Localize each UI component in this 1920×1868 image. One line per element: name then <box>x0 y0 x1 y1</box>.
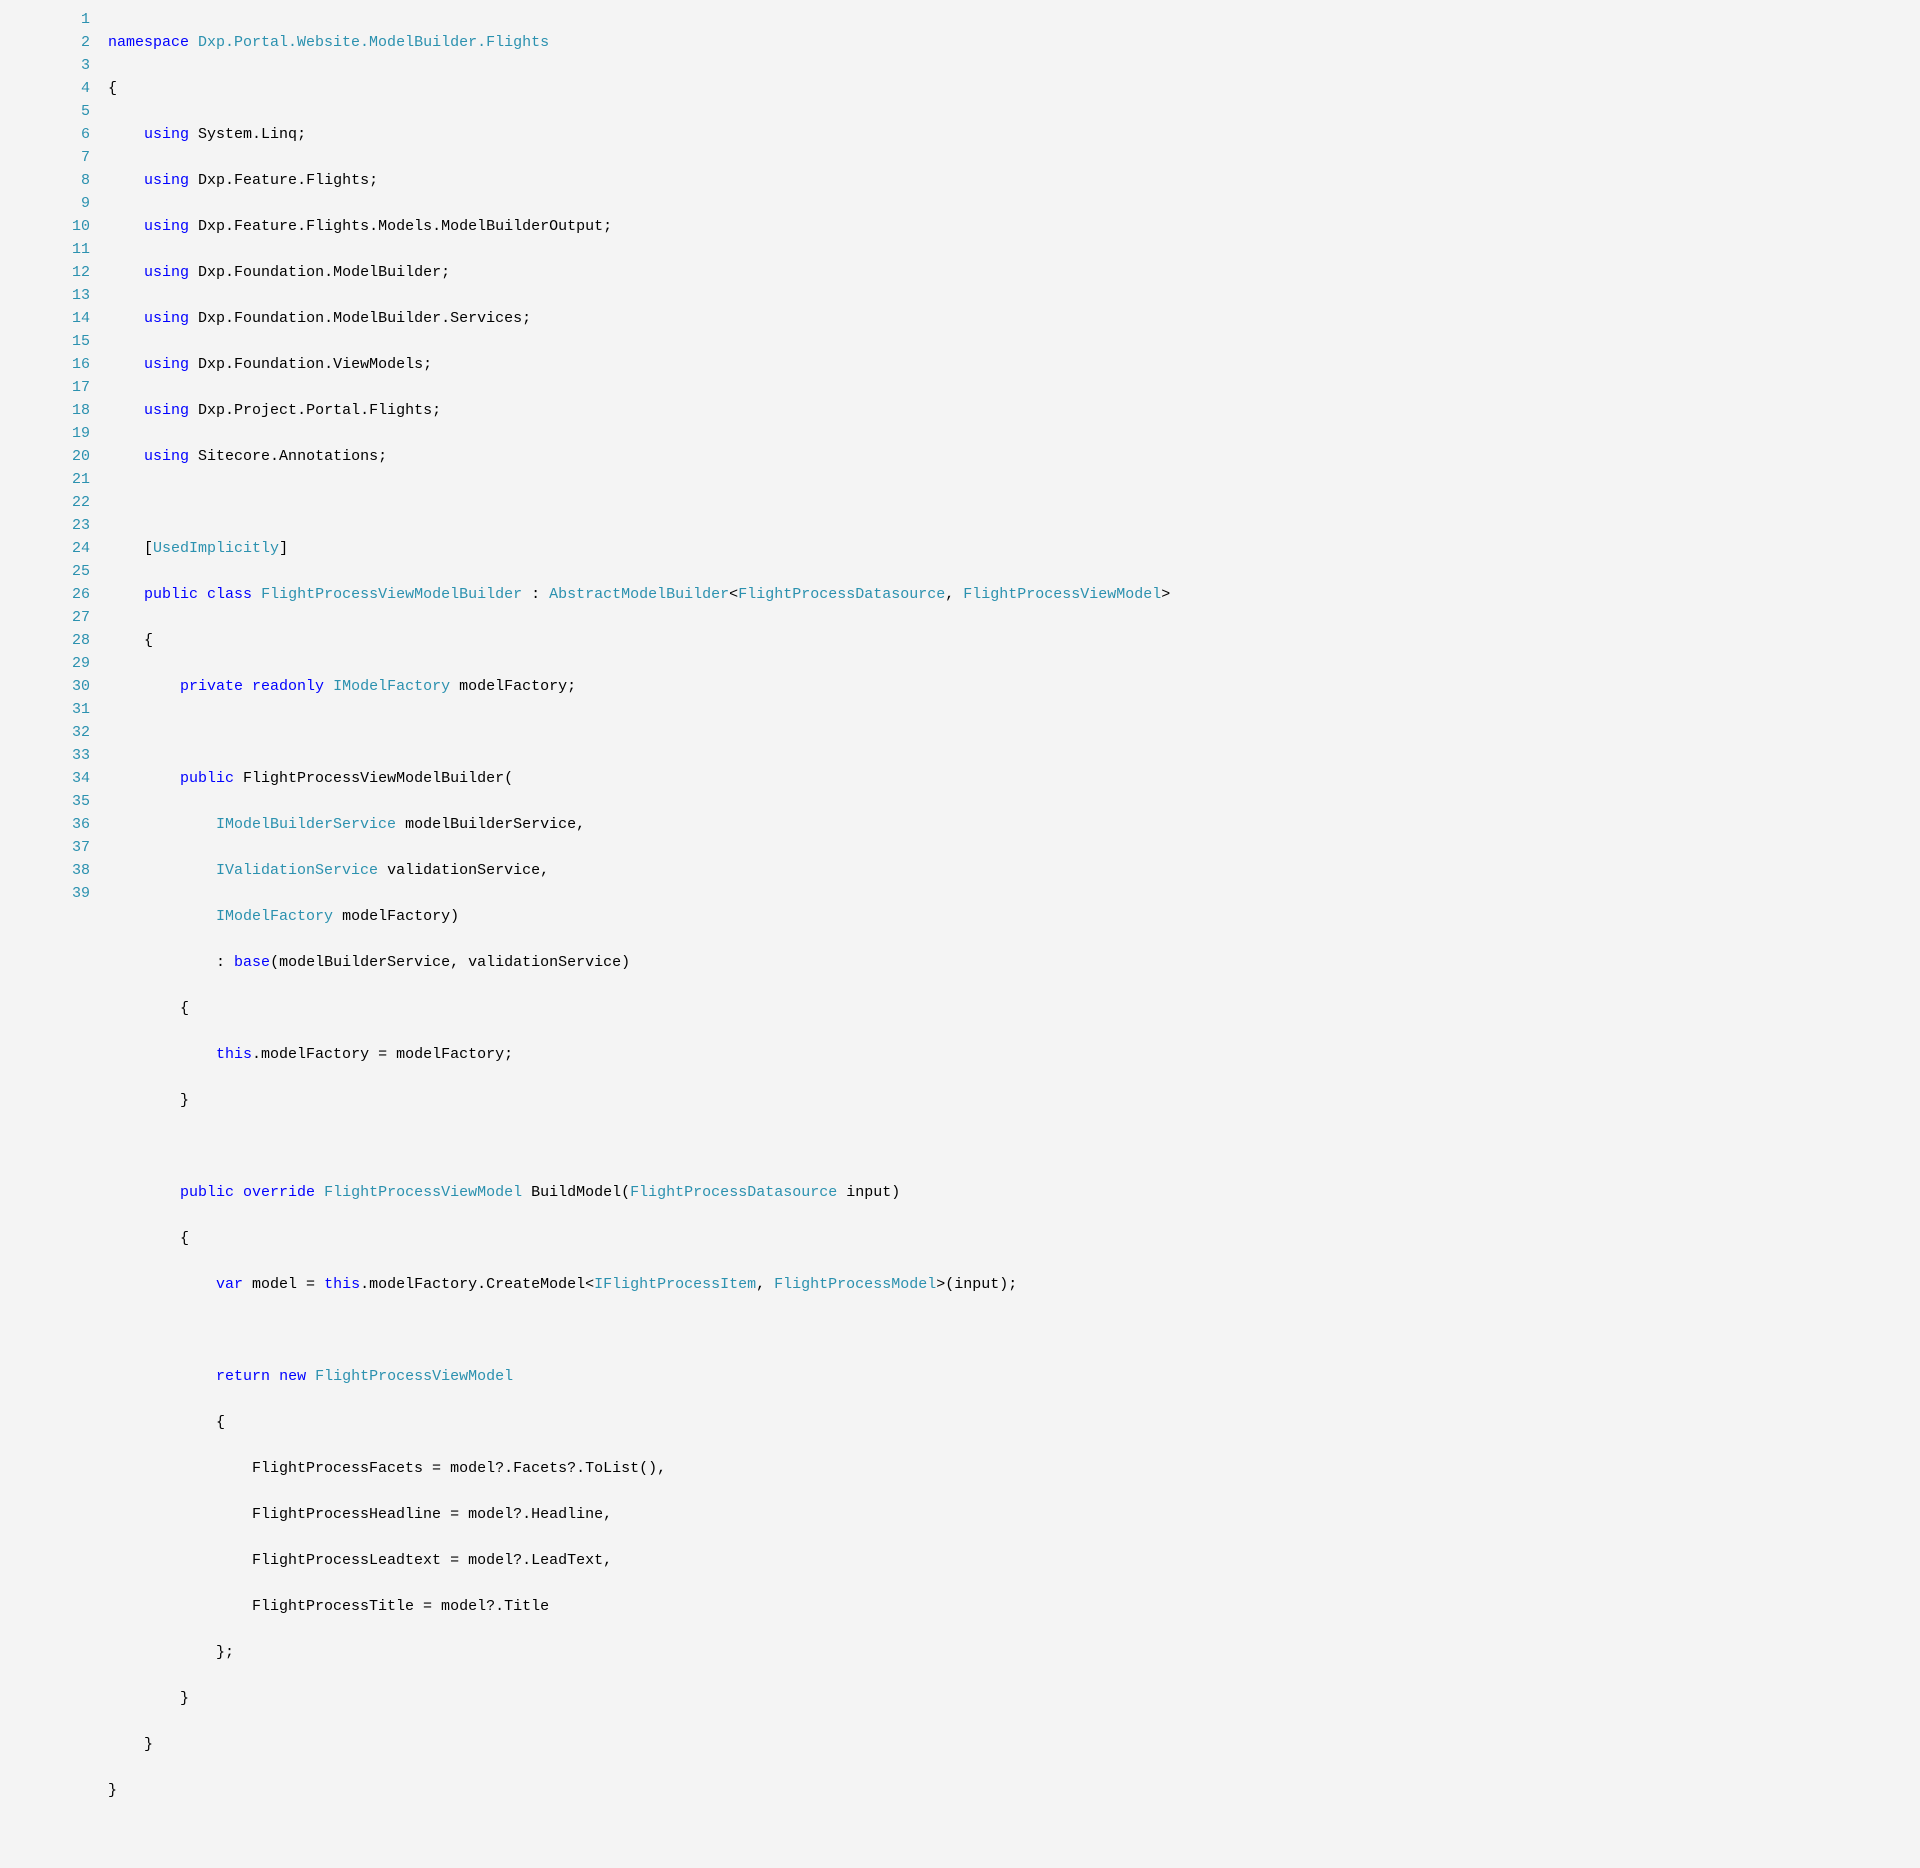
code-line: } <box>108 1733 1170 1756</box>
code-line: IModelBuilderService modelBuilderService… <box>108 813 1170 836</box>
code-line: }; <box>108 1641 1170 1664</box>
line-number: 15 <box>0 330 90 353</box>
line-number: 12 <box>0 261 90 284</box>
code-line: using Dxp.Project.Portal.Flights; <box>108 399 1170 422</box>
line-number: 13 <box>0 284 90 307</box>
line-number: 1 <box>0 8 90 31</box>
code-line: } <box>108 1779 1170 1802</box>
line-number: 30 <box>0 675 90 698</box>
code-line: { <box>108 629 1170 652</box>
line-number: 23 <box>0 514 90 537</box>
line-number: 36 <box>0 813 90 836</box>
code-line: { <box>108 997 1170 1020</box>
line-number: 27 <box>0 606 90 629</box>
code-content[interactable]: namespace Dxp.Portal.Website.ModelBuilde… <box>108 8 1170 1848</box>
code-line <box>108 491 1170 514</box>
line-number: 21 <box>0 468 90 491</box>
code-line: { <box>108 77 1170 100</box>
line-number: 2 <box>0 31 90 54</box>
code-line: IModelFactory modelFactory) <box>108 905 1170 928</box>
code-line: using System.Linq; <box>108 123 1170 146</box>
code-line <box>108 1319 1170 1342</box>
line-number: 32 <box>0 721 90 744</box>
line-number: 28 <box>0 629 90 652</box>
code-line: using Dxp.Foundation.ViewModels; <box>108 353 1170 376</box>
code-line: using Dxp.Foundation.ModelBuilder; <box>108 261 1170 284</box>
line-number: 26 <box>0 583 90 606</box>
line-number: 3 <box>0 54 90 77</box>
line-number: 8 <box>0 169 90 192</box>
code-line <box>108 721 1170 744</box>
line-number: 14 <box>0 307 90 330</box>
line-number: 7 <box>0 146 90 169</box>
code-line: public FlightProcessViewModelBuilder( <box>108 767 1170 790</box>
line-number: 11 <box>0 238 90 261</box>
code-line: using Sitecore.Annotations; <box>108 445 1170 468</box>
line-number: 31 <box>0 698 90 721</box>
line-number: 34 <box>0 767 90 790</box>
code-line: FlightProcessFacets = model?.Facets?.ToL… <box>108 1457 1170 1480</box>
code-line: private readonly IModelFactory modelFact… <box>108 675 1170 698</box>
line-number: 24 <box>0 537 90 560</box>
code-line: } <box>108 1089 1170 1112</box>
code-line: public class FlightProcessViewModelBuild… <box>108 583 1170 606</box>
code-line: { <box>108 1227 1170 1250</box>
line-number-gutter: 1 2 3 4 5 6 7 8 9 10 11 12 13 14 15 16 1… <box>0 8 108 1848</box>
line-number: 9 <box>0 192 90 215</box>
line-number: 35 <box>0 790 90 813</box>
line-number: 10 <box>0 215 90 238</box>
line-number: 17 <box>0 376 90 399</box>
line-number: 22 <box>0 491 90 514</box>
line-number: 33 <box>0 744 90 767</box>
line-number: 37 <box>0 836 90 859</box>
code-line: FlightProcessTitle = model?.Title <box>108 1595 1170 1618</box>
code-line: using Dxp.Foundation.ModelBuilder.Servic… <box>108 307 1170 330</box>
code-line: using Dxp.Feature.Flights.Models.ModelBu… <box>108 215 1170 238</box>
line-number: 29 <box>0 652 90 675</box>
code-line: using Dxp.Feature.Flights; <box>108 169 1170 192</box>
code-line: IValidationService validationService, <box>108 859 1170 882</box>
line-number: 20 <box>0 445 90 468</box>
code-line: FlightProcessHeadline = model?.Headline, <box>108 1503 1170 1526</box>
line-number: 19 <box>0 422 90 445</box>
code-line: [UsedImplicitly] <box>108 537 1170 560</box>
code-editor: 1 2 3 4 5 6 7 8 9 10 11 12 13 14 15 16 1… <box>0 0 1920 1868</box>
line-number: 39 <box>0 882 90 905</box>
line-number: 18 <box>0 399 90 422</box>
code-line: this.modelFactory = modelFactory; <box>108 1043 1170 1066</box>
code-line: { <box>108 1411 1170 1434</box>
line-number: 38 <box>0 859 90 882</box>
code-line: namespace Dxp.Portal.Website.ModelBuilde… <box>108 31 1170 54</box>
line-number: 4 <box>0 77 90 100</box>
code-line: public override FlightProcessViewModel B… <box>108 1181 1170 1204</box>
line-number: 5 <box>0 100 90 123</box>
code-line: : base(modelBuilderService, validationSe… <box>108 951 1170 974</box>
line-number: 25 <box>0 560 90 583</box>
line-number: 6 <box>0 123 90 146</box>
code-line <box>108 1135 1170 1158</box>
code-line: var model = this.modelFactory.CreateMode… <box>108 1273 1170 1296</box>
line-number: 16 <box>0 353 90 376</box>
code-line: FlightProcessLeadtext = model?.LeadText, <box>108 1549 1170 1572</box>
code-line: } <box>108 1687 1170 1710</box>
code-line: return new FlightProcessViewModel <box>108 1365 1170 1388</box>
